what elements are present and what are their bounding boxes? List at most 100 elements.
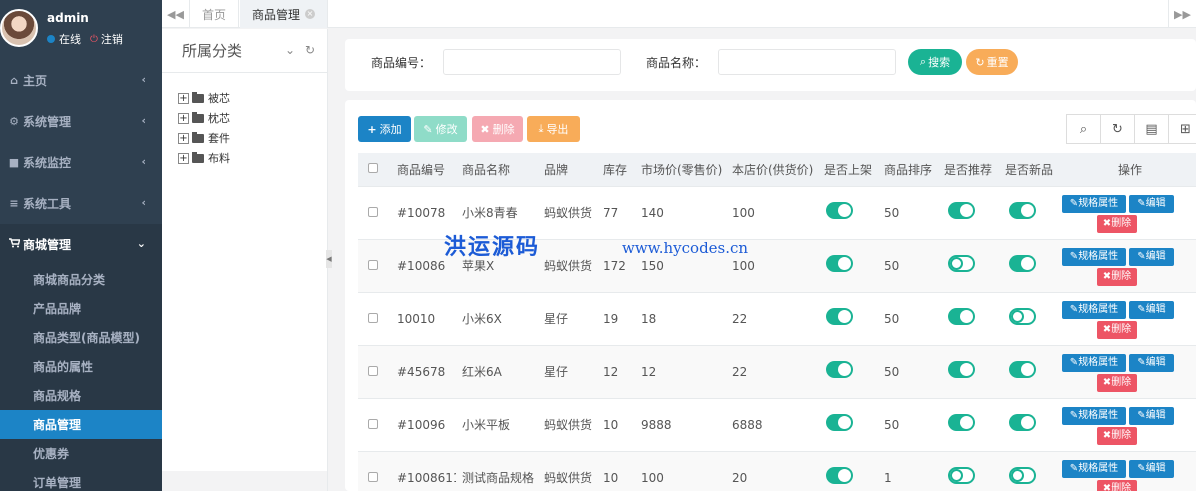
close-icon: ✖ [1102,270,1112,282]
row-checkbox[interactable] [368,418,378,429]
onsale-toggle[interactable] [826,361,853,378]
close-icon[interactable]: × [305,9,316,19]
row-checkbox[interactable] [368,259,378,270]
column-header: 品牌 [538,153,597,186]
spec-attr-button[interactable]: ✎ 规格属性 [1062,353,1126,372]
export-button[interactable]: ⤓ 导出 [527,116,580,142]
row-edit-button[interactable]: ✎ 编辑 [1129,459,1174,478]
new-toggle[interactable] [1009,308,1036,325]
tab-product-manage[interactable]: 商品管理 × [240,0,329,28]
expand-icon[interactable]: + [178,152,189,164]
reset-button[interactable]: ↻ 重置 [966,49,1018,75]
spec-attr-button[interactable]: ✎ 规格属性 [1062,247,1126,266]
sidebar-subitem[interactable]: 商品规格 [0,381,162,410]
new-toggle[interactable] [1009,255,1036,272]
spec-attr-button[interactable]: ✎ 规格属性 [1062,194,1126,213]
recommend-toggle[interactable] [948,202,975,219]
code-cell: #10096 [391,397,456,451]
toggle-view-icon[interactable]: ▤ [1134,114,1169,144]
select-cell [358,450,391,491]
onsale-toggle[interactable] [826,467,853,485]
columns-icon[interactable]: ⊞ [1168,114,1196,144]
button-label: 删除 [1111,270,1132,282]
sidebar-subitem[interactable]: 商城商品分类 [0,265,162,294]
spec-attr-button[interactable]: ✎ 规格属性 [1062,406,1126,425]
tab-home[interactable]: 首页 [190,0,240,28]
row-edit-button[interactable]: ✎ 编辑 [1129,300,1174,319]
sidebar-subitem[interactable]: 商品类型(商品模型) [0,323,162,352]
button-label: 删除 [1111,217,1132,229]
new-toggle[interactable] [1009,202,1036,219]
chevron-down-icon[interactable]: ⌄ [285,43,295,57]
onsale-toggle[interactable] [826,414,853,431]
recommend-toggle[interactable] [948,414,975,431]
recommend-cell [938,344,999,398]
row-delete-button[interactable]: ✖ 删除 [1097,320,1137,339]
menu-item[interactable]: ■ 系统监控 ‹ [0,142,162,183]
expand-icon[interactable]: + [178,132,189,144]
refresh-icon[interactable]: ↻ [1100,114,1135,144]
sidebar-subitem[interactable]: 优惠券 [0,439,162,468]
row-delete-button[interactable]: ✖ 删除 [1097,373,1137,392]
search-icon[interactable]: ⌕ [1066,114,1101,144]
recommend-toggle[interactable] [948,255,975,272]
sidebar-subitem[interactable]: 订单管理 [0,468,162,491]
sidebar-subitem[interactable]: 商品的属性 [0,352,162,381]
row-checkbox[interactable] [368,206,378,217]
sidebar-subitem[interactable]: 产品品牌 [0,294,162,323]
edit-button[interactable]: ✎ 修改 [414,116,467,142]
avatar[interactable] [0,9,38,47]
expand-icon[interactable]: + [178,112,189,124]
name-input[interactable] [718,49,896,75]
tree-node[interactable]: + 枕芯 [178,108,327,128]
delete-button[interactable]: ✖ 删除 [472,116,523,142]
refresh-icon[interactable]: ↻ [305,43,315,57]
menu-label: 系统工具 [23,197,72,211]
row-delete-button[interactable]: ✖ 删除 [1097,479,1137,491]
tree-node[interactable]: + 套件 [178,128,327,148]
row-edit-button[interactable]: ✎ 编辑 [1129,194,1174,213]
onsale-toggle[interactable] [826,255,853,272]
row-edit-button[interactable]: ✎ 编辑 [1129,406,1174,425]
row-edit-button[interactable]: ✎ 编辑 [1129,353,1174,372]
sidebar-subitem[interactable]: 商品管理 [0,410,162,439]
onsale-toggle[interactable] [826,202,853,219]
new-toggle[interactable] [1009,467,1036,485]
row-delete-button[interactable]: ✖ 删除 [1097,214,1137,233]
row-checkbox[interactable] [368,312,378,323]
spec-attr-button[interactable]: ✎ 规格属性 [1062,300,1126,319]
category-header: 所属分类 ⌄ ↻ [162,29,327,73]
row-checkbox[interactable] [368,365,378,376]
menu-item[interactable]: ⚙ 系统管理 ‹ [0,101,162,142]
tree-node[interactable]: + 布料 [178,148,327,168]
sidebar: admin 在线 ⏻ 注销 ⌂ 主页 ‹ ⚙ 系统管理 ‹ ■ 系统监控 ‹ ≡ 系统工具 ‹ 商城管… [0,0,162,491]
add-button[interactable]: + 添加 [358,116,411,142]
onsale-toggle[interactable] [826,308,853,325]
collapse-handle-icon[interactable]: ◀ [326,250,332,268]
row-delete-button[interactable]: ✖ 删除 [1097,267,1137,286]
tab-scroll-right-icon[interactable]: ▶▶ [1168,0,1196,28]
menu-item[interactable]: ⌂ 主页 ‹ [0,60,162,101]
row-checkbox[interactable] [368,471,378,482]
tree-node[interactable]: + 被芯 [178,88,327,108]
logout-icon[interactable]: ⏻ [90,34,98,45]
new-toggle[interactable] [1009,414,1036,431]
recommend-toggle[interactable] [948,467,975,485]
tab-bar: ◀◀ 首页 商品管理 × ▶▶ [162,0,1196,28]
new-toggle[interactable] [1009,361,1036,378]
expand-icon[interactable]: + [178,92,189,104]
spec-attr-button[interactable]: ✎ 规格属性 [1062,459,1126,478]
menu-item-mall[interactable]: 商城管理 ⌄ [0,224,162,265]
table-tool-group: ⌕ ↻ ▤ ⊞ [1066,114,1196,144]
menu-item[interactable]: ≡ 系统工具 ‹ [0,183,162,224]
column-header: 商品名称 [456,153,538,186]
logout-link[interactable]: 注销 [101,31,123,47]
row-edit-button[interactable]: ✎ 编辑 [1129,247,1174,266]
code-input[interactable] [443,49,621,75]
recommend-toggle[interactable] [948,361,975,378]
tab-scroll-left-icon[interactable]: ◀◀ [162,0,190,28]
row-delete-button[interactable]: ✖ 删除 [1097,426,1137,445]
search-button[interactable]: ⌕ 搜索 [908,49,962,75]
recommend-toggle[interactable] [948,308,975,325]
select-all-checkbox[interactable] [368,163,378,174]
